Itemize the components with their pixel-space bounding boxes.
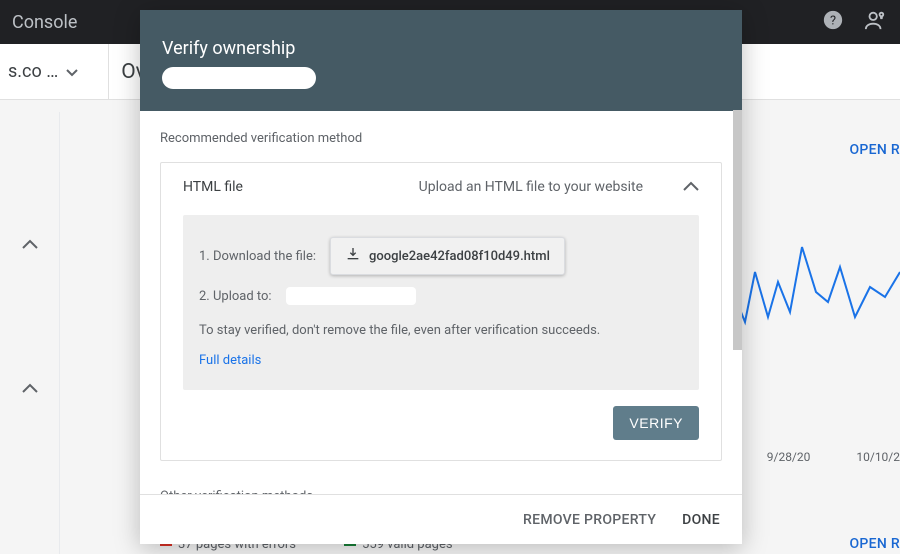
done-button[interactable]: DONE	[682, 512, 720, 528]
chevron-up-icon[interactable]	[18, 376, 42, 400]
verify-button[interactable]: VERIFY	[613, 406, 699, 440]
property-name: s.co …	[8, 61, 58, 82]
clicks-chart	[720, 152, 900, 352]
redacted-url	[162, 67, 316, 89]
section-label-other: Other verification methods	[160, 489, 722, 494]
step-label: 2. Upload to:	[199, 289, 272, 304]
download-file-button[interactable]: google2ae42fad08f10d49.html	[330, 237, 565, 275]
dialog-body: Recommended verification method HTML fil…	[140, 111, 742, 494]
chart-dates: 9/28/20 10/10/2	[767, 450, 900, 464]
brand-label: Console	[12, 12, 77, 33]
card-body: 1. Download the file: google2ae42fad08f1…	[183, 215, 699, 390]
card-subtitle: Upload an HTML file to your website	[419, 179, 683, 195]
step-upload: 2. Upload to:	[199, 287, 683, 305]
step-label: 1. Download the file:	[199, 249, 316, 264]
step-download: 1. Download the file: google2ae42fad08f1…	[199, 237, 683, 275]
download-file-name: google2ae42fad08f10d49.html	[369, 249, 550, 264]
full-details-link[interactable]: Full details	[199, 353, 261, 368]
chevron-down-icon	[66, 61, 78, 82]
left-rail	[0, 112, 60, 554]
date-tick: 10/10/2	[856, 450, 900, 464]
verification-note: To stay verified, don't remove the file,…	[199, 323, 683, 338]
remove-property-button[interactable]: REMOVE PROPERTY	[523, 512, 656, 528]
redacted-target	[286, 287, 416, 305]
card-header[interactable]: HTML file Upload an HTML file to your we…	[161, 163, 721, 203]
date-tick: 9/28/20	[767, 450, 811, 464]
section-label-recommended: Recommended verification method	[160, 131, 722, 146]
verification-method-card: HTML file Upload an HTML file to your we…	[160, 162, 722, 461]
verify-ownership-dialog: Verify ownership Recommended verificatio…	[140, 10, 742, 544]
users-icon[interactable]	[864, 9, 886, 36]
card-title: HTML file	[183, 179, 243, 195]
scrollbar-thumb[interactable]	[733, 110, 742, 350]
dialog-title: Verify ownership	[162, 38, 720, 59]
dialog-header: Verify ownership	[140, 10, 742, 111]
dialog-footer: REMOVE PROPERTY DONE	[140, 494, 742, 544]
property-selector[interactable]: s.co …	[8, 44, 109, 99]
chevron-up-icon[interactable]	[18, 232, 42, 256]
svg-text:?: ?	[830, 13, 836, 28]
help-icon[interactable]: ?	[822, 9, 844, 36]
chevron-up-icon[interactable]	[683, 179, 699, 195]
download-icon	[345, 246, 361, 266]
open-report-link[interactable]: OPEN R	[849, 536, 900, 552]
verify-row: VERIFY	[161, 390, 721, 440]
